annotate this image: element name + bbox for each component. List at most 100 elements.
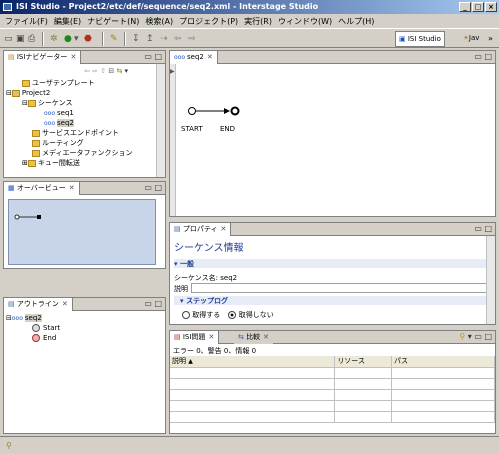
minimize-icon[interactable]: ▭: [474, 52, 482, 61]
start-node[interactable]: [188, 107, 196, 115]
tab-editor-seq2[interactable]: ooo seq2 ✕: [170, 51, 218, 64]
close-button[interactable]: ×: [485, 2, 497, 12]
collapse-arrow-icon[interactable]: ▾: [180, 297, 184, 305]
column-header-description[interactable]: 説明 ▲: [170, 356, 336, 368]
forward-icon[interactable]: ⇨: [188, 33, 196, 45]
maximize-icon[interactable]: □: [154, 52, 162, 61]
tree-item[interactable]: ⊞ キュー間転送: [6, 158, 156, 168]
run-menu-icon[interactable]: ▾: [74, 33, 79, 45]
menu-run[interactable]: 実行(R): [241, 16, 275, 27]
run-icon[interactable]: ●: [64, 33, 72, 45]
collapse-all-icon[interactable]: ⊟: [108, 67, 114, 75]
collapse-icon[interactable]: ⊟: [6, 314, 12, 322]
tab-overview[interactable]: ▦ オーバービュー ✕: [4, 182, 80, 195]
description-field[interactable]: [191, 283, 488, 293]
sequence-name-label: シーケンス名:: [174, 274, 219, 282]
maximize-icon[interactable]: □: [154, 183, 162, 192]
table-row: [170, 378, 496, 390]
new-icon[interactable]: ▭: [4, 33, 13, 45]
column-header-path[interactable]: パス: [391, 356, 496, 368]
save-icon[interactable]: ▣: [16, 33, 25, 45]
tree-item[interactable]: メディエータファンクション: [6, 148, 156, 158]
steplog-section-header[interactable]: ▾ ステップログ: [174, 296, 486, 305]
palette-handle[interactable]: ▶: [170, 64, 176, 216]
perspective-java[interactable]: ✦Jav: [460, 31, 482, 47]
print-icon[interactable]: ⎙: [28, 33, 35, 45]
tab-outline[interactable]: ▤ アウトライン ✕: [4, 298, 73, 311]
perspective-more[interactable]: »: [488, 33, 493, 45]
tree-item[interactable]: ⊟ Project2: [6, 88, 156, 98]
fast-view-icon[interactable]: ⚲: [6, 441, 12, 450]
minimize-icon[interactable]: ▭: [474, 332, 482, 341]
tree-item-label: サービスエンドポイント: [42, 129, 119, 137]
menu-search[interactable]: 検索(A): [142, 16, 176, 27]
minimize-icon[interactable]: ▭: [144, 183, 152, 192]
tab-compare[interactable]: ⇆ 比較 ✕: [234, 331, 273, 344]
close-icon[interactable]: ✕: [208, 333, 214, 341]
maximize-icon[interactable]: □: [484, 332, 492, 341]
filter-icon[interactable]: ⚲: [459, 332, 465, 341]
close-icon[interactable]: ✕: [70, 53, 76, 61]
minimize-icon[interactable]: ▭: [474, 224, 482, 233]
tab-navigator[interactable]: ▤ ISIナビゲーター ✕: [4, 51, 82, 64]
link-editor-icon[interactable]: ⇆: [116, 67, 122, 75]
tree-item[interactable]: ルーティング: [6, 138, 156, 148]
outline-item[interactable]: Start: [6, 323, 156, 333]
perspective-isi-studio[interactable]: ▣ ISI Studio: [395, 31, 445, 47]
vertical-scrollbar[interactable]: [156, 64, 165, 177]
tree-item[interactable]: ⊟ シーケンス: [6, 98, 156, 108]
menu-navigate[interactable]: ナビゲート(N): [84, 16, 142, 27]
tree-item-label: seq2: [57, 119, 74, 127]
forward-icon[interactable]: ⇨: [92, 67, 98, 75]
radio-noget[interactable]: [228, 311, 237, 319]
menu-file[interactable]: ファイル(F): [2, 16, 51, 27]
debug-icon[interactable]: ✲: [50, 33, 58, 45]
prev-annotation-icon[interactable]: ↥: [146, 33, 154, 45]
overview-canvas[interactable]: [8, 199, 156, 265]
tab-properties[interactable]: ▤ プロパティ ✕: [170, 223, 232, 236]
maximize-button[interactable]: □: [472, 2, 484, 12]
tree-item[interactable]: サービスエンドポイント: [6, 128, 156, 138]
close-icon[interactable]: ✕: [62, 300, 68, 308]
next-annotation-icon[interactable]: ↧: [132, 33, 140, 45]
menu-help[interactable]: ヘルプ(H): [335, 16, 377, 27]
back-icon[interactable]: ⇦: [84, 67, 90, 75]
column-label: リソース: [337, 357, 365, 366]
last-edit-icon[interactable]: ⇢: [160, 33, 168, 45]
menu-project[interactable]: プロジェクト(P): [176, 16, 241, 27]
table-row: [170, 400, 496, 412]
vertical-scrollbar[interactable]: [486, 236, 495, 324]
pen-icon[interactable]: ✎: [110, 33, 118, 45]
outline-item[interactable]: ⊟ooo seq2: [6, 313, 156, 323]
menu-edit[interactable]: 編集(E): [51, 16, 84, 27]
close-icon[interactable]: ✕: [263, 333, 269, 341]
end-node[interactable]: [230, 106, 240, 116]
view-menu-icon[interactable]: ▾: [468, 332, 472, 341]
tab-isi-problems[interactable]: ▤ ISI問題 ✕: [170, 331, 220, 344]
column-header-resource[interactable]: リソース: [334, 356, 392, 368]
close-icon[interactable]: ✕: [207, 53, 213, 61]
maximize-icon[interactable]: □: [154, 299, 162, 308]
view-menu-icon[interactable]: ▾: [125, 67, 129, 75]
close-icon[interactable]: ✕: [220, 225, 226, 233]
outline-item-label: seq2: [24, 314, 42, 322]
minimize-button[interactable]: _: [459, 2, 471, 12]
external-tools-icon[interactable]: ⬣: [84, 33, 92, 45]
tree-item[interactable]: ooo seq2: [6, 118, 156, 128]
general-section-header[interactable]: ▾ 一般: [174, 259, 486, 268]
minimize-icon[interactable]: ▭: [144, 52, 152, 61]
back-icon[interactable]: ⇦: [174, 33, 182, 45]
menu-window[interactable]: ウィンドウ(W): [275, 16, 335, 27]
maximize-icon[interactable]: □: [484, 224, 492, 233]
maximize-icon[interactable]: □: [484, 52, 492, 61]
palette-arrow-icon[interactable]: ▶: [170, 68, 175, 75]
collapse-arrow-icon[interactable]: ▾: [174, 260, 178, 268]
tree-item[interactable]: ユーザテンプレート: [6, 78, 156, 88]
up-icon[interactable]: ⇧: [100, 67, 106, 75]
radio-get[interactable]: [182, 311, 190, 319]
close-icon[interactable]: ✕: [69, 184, 75, 192]
tree-item[interactable]: ooo seq1: [6, 108, 156, 118]
window-title: ISI Studio - Project2/etc/def/sequence/s…: [16, 2, 319, 11]
outline-item[interactable]: End: [6, 333, 156, 343]
minimize-icon[interactable]: ▭: [144, 299, 152, 308]
